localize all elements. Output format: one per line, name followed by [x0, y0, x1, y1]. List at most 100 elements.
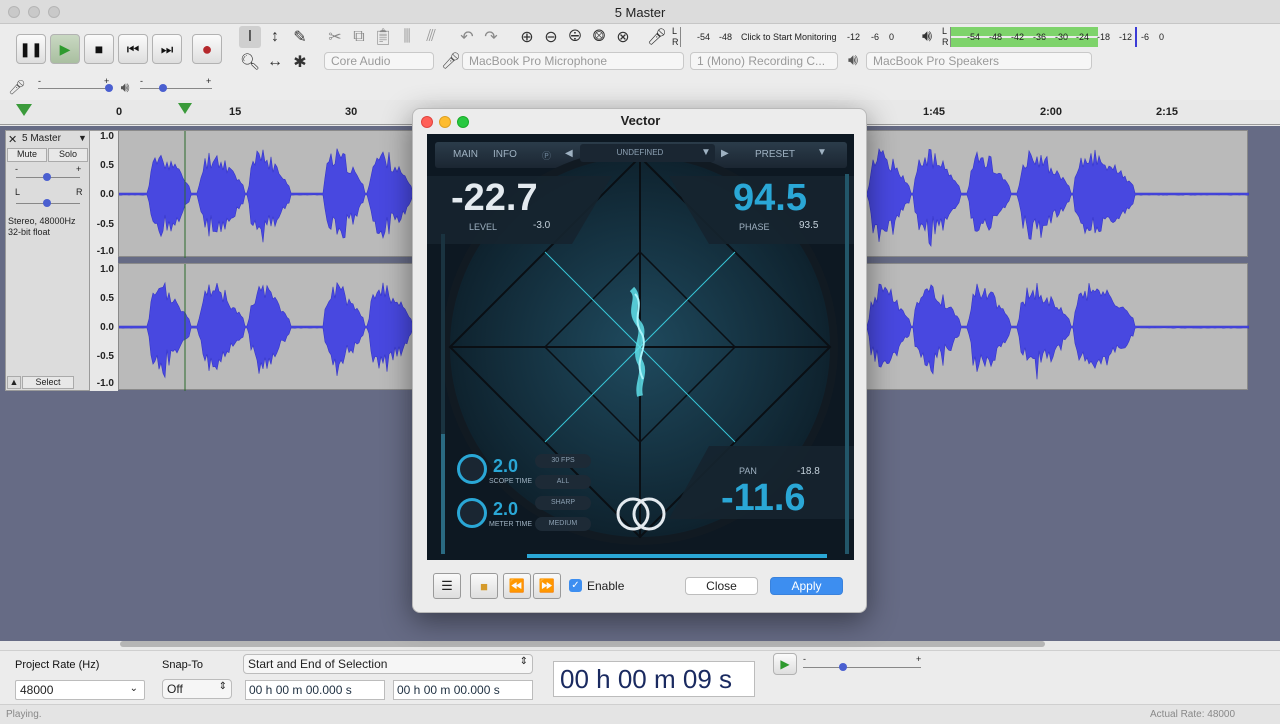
project-rate-value: 48000 — [20, 683, 54, 697]
speaker-meter-icon[interactable]: 🔊︎ — [916, 26, 938, 48]
selection-mode-value: Start and End of Selection — [248, 657, 388, 671]
scope-time-knob[interactable] — [457, 454, 487, 484]
play-tick: -18 — [1097, 32, 1111, 42]
envelope-tool-icon[interactable]: ↕ — [264, 26, 286, 48]
mute-button[interactable]: Mute — [7, 148, 47, 162]
gain-slider-thumb[interactable] — [43, 173, 51, 181]
copy-icon[interactable]: ⧉ — [348, 26, 370, 48]
track-close-icon[interactable]: ✕ — [8, 133, 17, 146]
track-name-menu[interactable]: 5 Master — [22, 133, 61, 144]
channels-select[interactable]: 1 (Mono) Recording C... — [690, 52, 838, 70]
next-preset-icon[interactable]: ⏩ — [533, 573, 561, 599]
multi-tool-icon[interactable]: ✱ — [289, 51, 311, 73]
fit-project-icon[interactable]: ⨷ — [588, 26, 610, 48]
undo-icon[interactable]: ↶ — [456, 26, 478, 48]
silence-icon[interactable]: ⫻ — [420, 26, 442, 48]
record-button[interactable]: ● — [192, 34, 222, 64]
play-button[interactable]: ▶ — [50, 34, 80, 64]
gain-plus: + — [76, 164, 82, 174]
playback-meter[interactable]: -54 -48 -42 -36 -30 -24 -18 -12 -6 0 — [950, 27, 1168, 47]
zoom-toggle-icon[interactable]: ⊗ — [612, 26, 634, 48]
track-bit-depth-info: 32-bit float — [8, 227, 51, 237]
record-volume-thumb[interactable] — [105, 84, 113, 92]
close-button[interactable]: Close — [685, 577, 758, 595]
level-value: -22.7 — [451, 177, 538, 219]
pin-play-head-icon[interactable] — [16, 104, 32, 116]
audio-position-time[interactable]: 00 h 00 m 09 s — [553, 661, 755, 697]
zoom-tool-icon[interactable]: 🔍︎ — [239, 51, 261, 73]
track-menu-chevron-icon[interactable]: ▼ — [78, 133, 87, 143]
meter-time-knob[interactable] — [457, 498, 487, 528]
speed-minus: - — [803, 654, 806, 664]
previous-preset-icon[interactable]: ⏪ — [503, 573, 531, 599]
preset-label[interactable]: PRESET — [755, 149, 795, 160]
sharp-option[interactable]: SHARP — [535, 496, 591, 510]
title-bar: 5 Master — [0, 0, 1280, 24]
fps-option[interactable]: 30 FPS — [535, 454, 591, 468]
snap-to-select[interactable]: Off ⇕ — [162, 679, 232, 699]
record-monitor-hint[interactable]: Click to Start Monitoring — [741, 32, 837, 42]
stop-button[interactable]: ■ — [84, 34, 114, 64]
trim-icon[interactable]: ⫼ — [396, 26, 418, 48]
medium-option[interactable]: MEDIUM — [535, 517, 591, 531]
phase-value: 94.5 — [733, 177, 807, 219]
play-speed-slider[interactable] — [803, 667, 921, 668]
input-device-select[interactable]: MacBook Pro Microphone — [462, 52, 684, 70]
collapse-track-icon[interactable]: ▲ — [7, 376, 21, 389]
fit-selection-icon[interactable]: ⨸ — [564, 26, 586, 48]
record-volume-slider[interactable] — [38, 88, 110, 89]
record-meter[interactable]: -54 -48 Click to Start Monitoring -12 -6… — [680, 27, 898, 47]
ruler-tick: 2:15 — [1156, 106, 1179, 118]
redo-icon[interactable]: ↷ — [480, 26, 502, 48]
presets-icon[interactable]: ■ — [470, 573, 498, 599]
draw-tool-icon[interactable]: ✎ — [289, 26, 311, 48]
preset-next-icon[interactable]: ▶ — [721, 148, 729, 159]
record-meter-icon[interactable]: 🎤︎ — [646, 26, 668, 48]
preset-dropdown-icon[interactable]: ▼ — [701, 147, 711, 158]
vertical-scale[interactable]: 1.0 0.5 0.0 -0.5 -1.0 1.0 0.5 0.0 -0.5 -… — [90, 130, 118, 391]
play-at-speed-button[interactable]: ▶ — [773, 653, 797, 675]
tab-info[interactable]: INFO — [493, 149, 517, 160]
play-head-marker-icon[interactable] — [178, 103, 192, 114]
pause-button[interactable]: ❚❚ — [16, 34, 46, 64]
scale-label: 0.5 — [100, 160, 114, 171]
pan-slider-thumb[interactable] — [43, 199, 51, 207]
playback-volume-thumb[interactable] — [159, 84, 167, 92]
all-option[interactable]: ALL — [535, 475, 591, 489]
ruler-tick: 30 — [345, 106, 358, 118]
menu-chevron-icon[interactable]: ▼ — [817, 147, 827, 158]
skip-to-start-button[interactable]: ⏮ — [118, 34, 148, 64]
skip-to-end-button[interactable]: ⏭ — [152, 34, 182, 64]
enable-checkbox[interactable]: ✓ — [569, 579, 582, 592]
scale-label: 0.0 — [100, 189, 114, 200]
select-track-button[interactable]: Select — [22, 376, 74, 389]
peak-hold-marker — [1135, 27, 1137, 47]
apply-button[interactable]: Apply — [770, 577, 843, 595]
solo-button[interactable]: Solo — [48, 148, 88, 162]
cut-icon[interactable]: ✂ — [324, 26, 346, 48]
preset-name-field[interactable]: UNDEFINED ▼ — [580, 144, 715, 162]
hamburger-menu-icon[interactable]: ☰ — [433, 573, 461, 599]
audio-host-select[interactable]: Core Audio — [324, 52, 434, 70]
project-rate-select[interactable]: 48000 ⌄ — [15, 680, 145, 700]
selection-start-time[interactable]: 00 h 00 m 00.000 s — [245, 680, 385, 700]
record-meter-L: L — [672, 26, 678, 36]
scale-label: -0.5 — [96, 351, 114, 362]
horizontal-scrollbar[interactable] — [120, 641, 1045, 647]
stereo-link-icon[interactable] — [613, 494, 669, 534]
zoom-out-icon[interactable]: ⊖ — [540, 26, 562, 48]
preset-power-icon[interactable]: Ⓟ — [542, 149, 551, 162]
preset-prev-icon[interactable]: ◀ — [565, 148, 573, 159]
scope-time-value: 2.0 — [493, 456, 519, 476]
output-device-select[interactable]: MacBook Pro Speakers — [866, 52, 1092, 70]
zoom-in-icon[interactable]: ⊕ — [516, 26, 538, 48]
selection-mode-select[interactable]: Start and End of Selection ⇕ — [243, 654, 533, 674]
selection-tool-icon[interactable]: I — [239, 26, 261, 48]
selection-end-time[interactable]: 00 h 00 m 00.000 s — [393, 680, 533, 700]
paste-icon[interactable]: 📋︎ — [372, 26, 394, 48]
playback-volume-slider[interactable] — [140, 88, 212, 89]
tab-main[interactable]: MAIN — [453, 149, 478, 160]
scope-time-label: SCOPE TIME — [489, 478, 533, 485]
timeshift-tool-icon[interactable]: ↔ — [264, 51, 286, 73]
play-speed-thumb[interactable] — [839, 663, 847, 671]
